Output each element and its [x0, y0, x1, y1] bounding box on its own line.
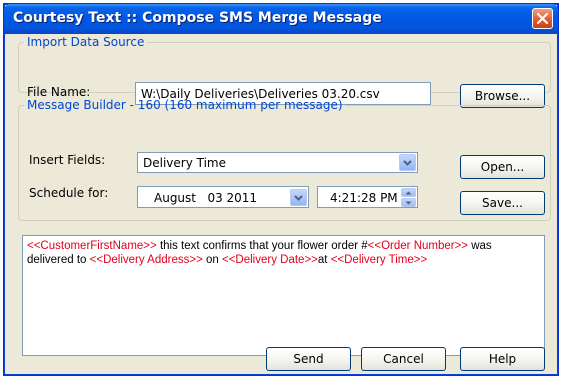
message-text: at — [317, 254, 331, 266]
schedule-date-picker[interactable]: August 03 2011 — [137, 186, 309, 208]
merge-field: <<CustomerFirstName>> — [27, 240, 157, 252]
spin-down-icon — [405, 201, 412, 205]
send-button[interactable]: Send — [266, 347, 351, 371]
message-text: on — [202, 254, 222, 266]
time-spinner[interactable] — [401, 188, 416, 207]
import-data-legend: Import Data Source — [27, 35, 145, 49]
save-button[interactable]: Save... — [460, 191, 545, 215]
help-button[interactable]: Help — [460, 347, 545, 371]
insert-fields-value: Delivery Time — [143, 156, 226, 170]
insert-fields-label: Insert Fields: — [29, 153, 106, 167]
spin-up-button[interactable] — [401, 188, 416, 197]
spin-down-button[interactable] — [401, 198, 416, 207]
schedule-time-picker[interactable]: 4:21:28 PM — [317, 186, 418, 208]
file-name-label: File Name: — [27, 85, 91, 99]
merge-field: <<Order Number>> — [367, 240, 469, 252]
open-button[interactable]: Open... — [460, 155, 545, 179]
message-text-area[interactable]: <<CustomerFirstName>> this text confirms… — [22, 235, 545, 356]
message-builder-legend: Message Builder - 160 (160 maximum per m… — [27, 98, 343, 112]
chevron-down-icon — [294, 195, 303, 201]
message-text: this text confirms that your flower orde… — [156, 240, 368, 252]
merge-field: <<Delivery Date>> — [222, 254, 318, 266]
insert-fields-select[interactable]: Delivery Time — [137, 152, 418, 173]
merge-field: <<Delivery Address>> — [89, 254, 203, 266]
schedule-date-dropdown-button[interactable] — [290, 189, 307, 206]
spin-up-icon — [405, 191, 412, 195]
close-button[interactable] — [532, 8, 553, 29]
dialog-window: Courtesy Text :: Compose SMS Merge Messa… — [3, 3, 559, 376]
schedule-date-value: August 03 2011 — [154, 191, 258, 205]
cancel-button[interactable]: Cancel — [361, 347, 446, 371]
window-title: Courtesy Text :: Compose SMS Merge Messa… — [13, 10, 382, 26]
dialog-body: Import Data Source File Name: W:\Daily D… — [4, 34, 558, 375]
schedule-for-label: Schedule for: — [29, 186, 109, 200]
merge-field: <<Delivery Time>> — [330, 254, 428, 266]
schedule-time-value: 4:21:28 PM — [330, 191, 398, 205]
insert-fields-dropdown-button[interactable] — [399, 154, 416, 171]
close-icon — [537, 13, 548, 24]
chevron-down-icon — [403, 160, 412, 166]
title-bar[interactable]: Courtesy Text :: Compose SMS Merge Messa… — [4, 4, 558, 34]
